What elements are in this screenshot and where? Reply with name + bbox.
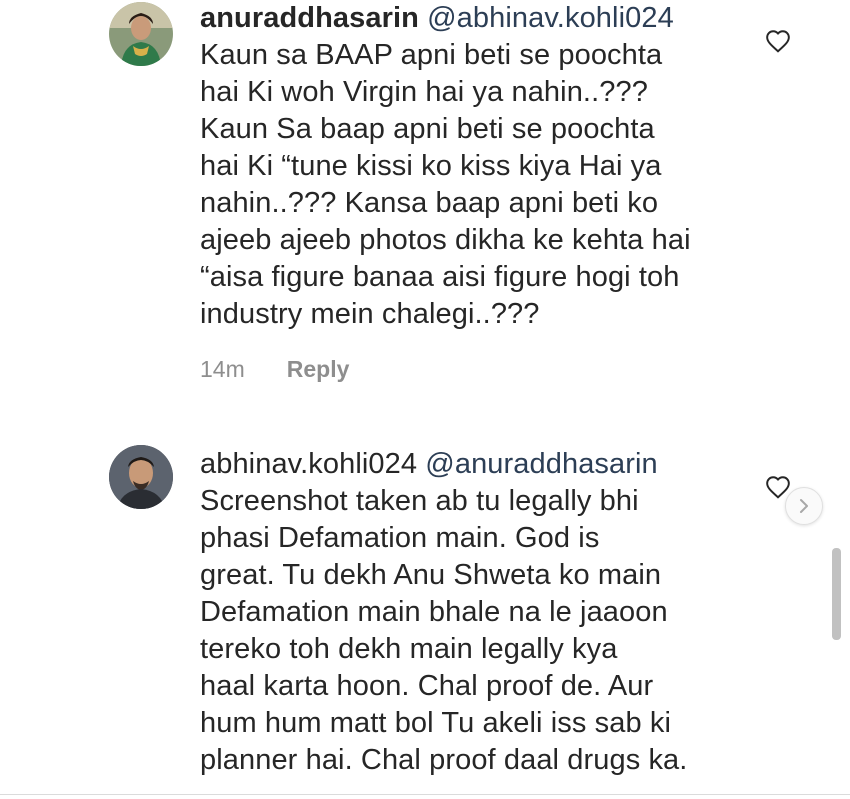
comment-line: ajeeb ajeeb photos dikha ke kehta hai bbox=[200, 224, 691, 256]
comment-line: Screenshot taken ab tu legally bhi bbox=[200, 485, 639, 517]
comment-mention[interactable]: @anuraddhasarin bbox=[425, 448, 657, 480]
divider bbox=[0, 794, 850, 795]
comment-username[interactable]: abhinav.kohli024 bbox=[200, 448, 417, 480]
comment-mention[interactable]: @abhinav.kohli024 bbox=[427, 2, 674, 34]
comment-line: planner hai. Chal proof daal drugs ka. bbox=[200, 744, 688, 776]
comment-line: hum hum matt bol Tu akeli iss sab ki bbox=[200, 707, 672, 739]
next-button[interactable] bbox=[785, 487, 823, 525]
chevron-right-icon bbox=[800, 499, 808, 513]
comment-line: Defamation main bhale na le jaaoon bbox=[200, 596, 668, 628]
comment-username[interactable]: anuraddhasarin bbox=[200, 2, 419, 34]
comment-line: tereko toh dekh main legally kya bbox=[200, 633, 618, 665]
comment-text-block: anuraddhasarin @abhinav.kohli024 Kaun sa… bbox=[200, 0, 760, 333]
comment-line: phasi Defamation main. God is bbox=[200, 522, 600, 554]
scrollbar-thumb[interactable] bbox=[832, 548, 841, 640]
avatar-anuraddhasarin[interactable] bbox=[109, 2, 173, 66]
avatar-abhinav-kohli024[interactable] bbox=[109, 445, 173, 509]
comment-line: “aisa figure banaa aisi figure hogi toh bbox=[200, 261, 680, 293]
reply-button[interactable]: Reply bbox=[287, 356, 350, 383]
comment-line: industry mein chalegi..??? bbox=[200, 298, 540, 330]
heart-outline-icon[interactable] bbox=[765, 29, 791, 53]
comment-line: hai Ki woh Virgin hai ya nahin..??? bbox=[200, 76, 648, 108]
comment-line: haal karta hoon. Chal proof de. Aur bbox=[200, 670, 654, 702]
comments-page: anuraddhasarin @abhinav.kohli024 Kaun sa… bbox=[0, 0, 850, 799]
comment-meta: 14m Reply bbox=[200, 356, 349, 383]
comment-line: Kaun sa BAAP apni beti se poochta bbox=[200, 39, 663, 71]
comment-text-block: abhinav.kohli024 @anuraddhasarin Screens… bbox=[200, 446, 760, 779]
comment-timestamp: 14m bbox=[200, 356, 245, 382]
comment-line: nahin..??? Kansa baap apni beti ko bbox=[200, 187, 659, 219]
comment-line: Kaun Sa baap apni beti se poochta bbox=[200, 113, 655, 145]
comment-line: great. Tu dekh Anu Shweta ko main bbox=[200, 559, 662, 591]
comment-line: hai Ki “tune kissi ko kiss kiya Hai ya bbox=[200, 150, 662, 182]
